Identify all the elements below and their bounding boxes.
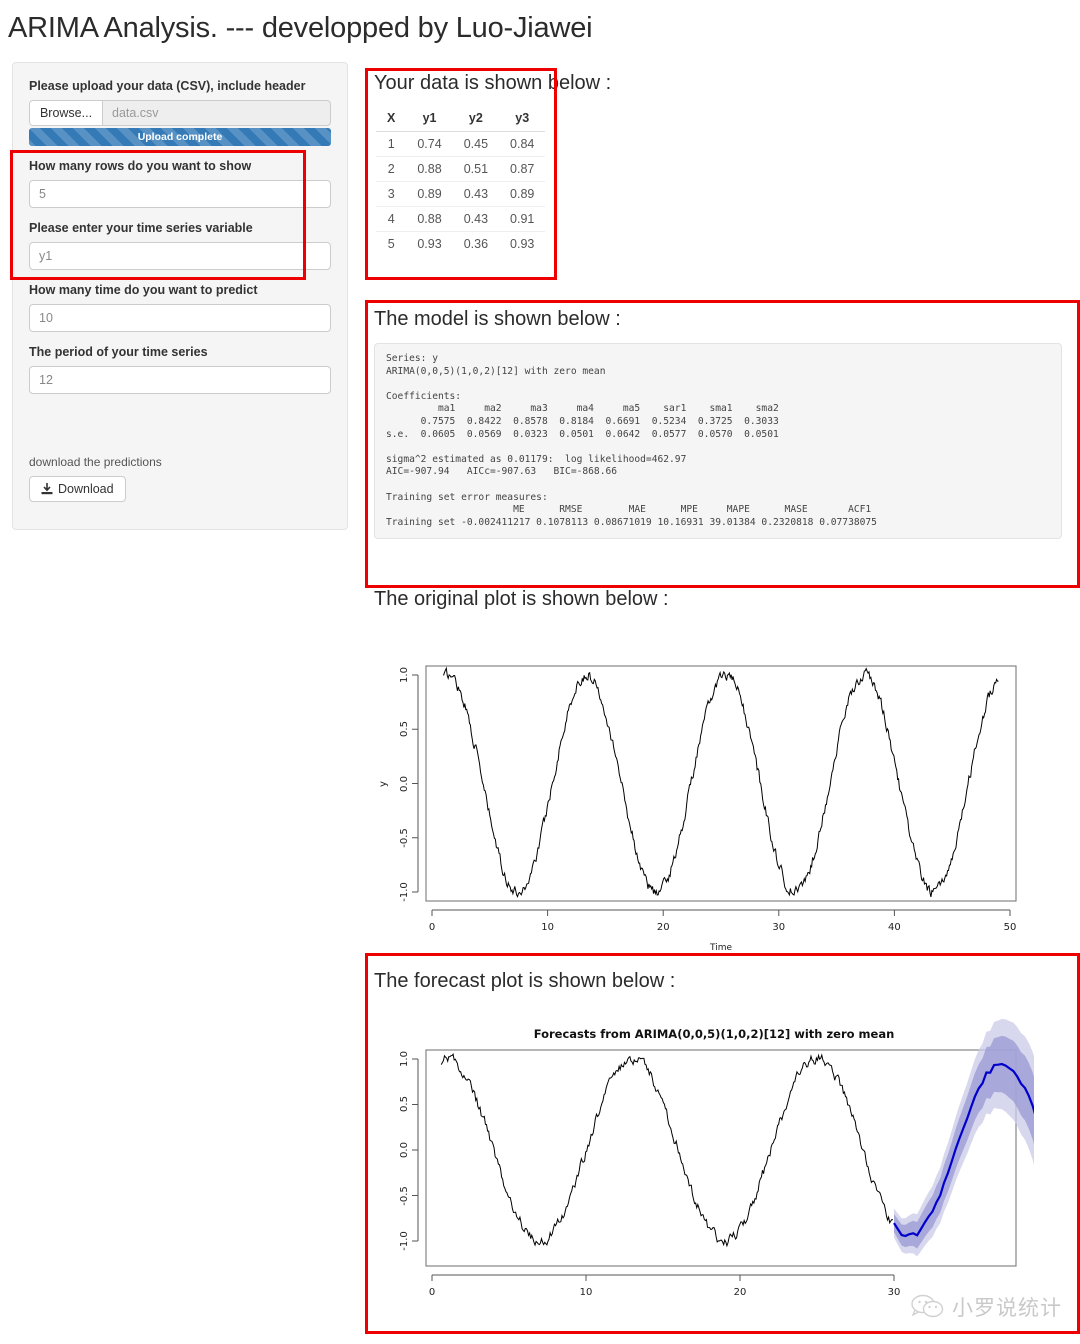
cell: 0.88 <box>406 156 453 182</box>
original-plot: 1.0 0.5 0.0 -0.5 -1.0 y 0 10 20 30 40 50… <box>374 648 1034 958</box>
xtick-label: 30 <box>888 1287 901 1298</box>
predict-horizon-label: How many time do you want to predict <box>29 283 258 297</box>
xtick-label: 40 <box>888 922 901 933</box>
file-input[interactable]: Browse... data.csv <box>29 100 331 126</box>
column-header-y1: y1 <box>406 107 453 132</box>
table-header-row: X y1 y2 y3 <box>376 107 546 132</box>
forecast-plot-title: Forecasts from ARIMA(0,0,5)(1,0,2)[12] w… <box>534 1027 895 1041</box>
ytick-label: -1.0 <box>399 882 410 902</box>
period-input[interactable]: 12 <box>29 366 331 394</box>
download-button-label: Download <box>58 482 114 496</box>
cell: 0.43 <box>452 181 500 207</box>
column-header-y3: y3 <box>499 107 546 132</box>
cell: 0.84 <box>499 131 546 157</box>
original-plot-section: The original plot is shown below : <box>374 588 669 611</box>
download-icon <box>41 482 53 494</box>
model-section: The model is shown below : Series: y ARI… <box>374 308 1062 540</box>
time-series-variable-input[interactable]: y1 <box>29 242 331 270</box>
rows-to-show-label: How many rows do you want to show <box>29 159 252 173</box>
table-row: 5 0.93 0.36 0.93 <box>376 232 545 257</box>
forecast-plot-section: The forecast plot is shown below : <box>374 970 675 993</box>
ytick-label: -0.5 <box>399 1186 410 1206</box>
original-plot-svg: 1.0 0.5 0.0 -0.5 -1.0 y 0 10 20 30 40 50… <box>378 665 1017 953</box>
period-label: The period of your time series <box>29 345 208 359</box>
cell: 0.89 <box>406 181 453 207</box>
period-group: The period of your time series 12 <box>29 345 331 394</box>
download-button[interactable]: Download <box>29 476 126 502</box>
cell: 0.93 <box>417 237 442 251</box>
original-plot-heading: The original plot is shown below : <box>374 588 669 610</box>
rows-to-show-group: How many rows do you want to show 5 <box>29 159 331 208</box>
data-table: X y1 y2 y3 1 0.74 0.45 0.84 2 0.88 0.51 … <box>376 107 546 257</box>
table-row: 4 0.88 0.43 0.91 <box>376 206 546 232</box>
file-upload-group: Please upload your data (CSV), include h… <box>29 79 331 146</box>
file-upload-label: Please upload your data (CSV), include h… <box>29 79 306 93</box>
rows-to-show-input[interactable]: 5 <box>29 180 331 208</box>
cell: 5 <box>387 237 395 251</box>
time-series-variable-group: Please enter your time series variable y… <box>29 221 331 270</box>
xtick-label: 20 <box>657 922 670 933</box>
upload-progress: Upload complete <box>29 128 331 146</box>
xtick-label: 30 <box>772 922 785 933</box>
ytick-label: 0.5 <box>399 1096 410 1112</box>
download-group: download the predictions Download <box>29 455 331 502</box>
forecast-plot: Forecasts from ARIMA(0,0,5)(1,0,2)[12] w… <box>374 1016 1034 1316</box>
watermark: 小罗说统计 <box>911 1292 1062 1322</box>
cell: 0.88 <box>406 206 453 232</box>
xtick-label: 0 <box>429 1287 435 1298</box>
y-axis-label: y <box>378 781 389 787</box>
cell: 0.45 <box>452 131 500 157</box>
cell: 0.36 <box>463 237 489 251</box>
xtick-label: 10 <box>580 1287 593 1298</box>
ytick-label: 0.0 <box>399 776 410 792</box>
download-hint-label: download the predictions <box>29 455 162 469</box>
watermark-text: 小罗说统计 <box>952 1296 1062 1320</box>
ytick-label: -0.5 <box>399 828 410 848</box>
input-sidebar-panel: Please upload your data (CSV), include h… <box>12 62 348 530</box>
forecast-plot-heading: The forecast plot is shown below : <box>374 970 676 992</box>
wechat-icon <box>911 1294 944 1318</box>
upload-progress-bar: Upload complete <box>29 128 331 146</box>
ytick-label: 1.0 <box>399 1051 410 1067</box>
ytick-label: -1.0 <box>399 1231 410 1251</box>
predict-horizon-input[interactable]: 10 <box>29 304 331 332</box>
xtick-label: 0 <box>429 922 435 933</box>
forecast-plot-svg: Forecasts from ARIMA(0,0,5)(1,0,2)[12] w… <box>399 1018 1034 1298</box>
model-section-heading: The model is shown below : <box>374 308 621 330</box>
cell: 0.89 <box>499 181 546 207</box>
cell: 0.43 <box>452 206 500 232</box>
browse-button[interactable]: Browse... <box>30 101 103 125</box>
ytick-label: 1.0 <box>399 667 410 683</box>
xtick-label: 50 <box>1004 922 1017 933</box>
table-row: 1 0.74 0.45 0.84 <box>376 131 546 157</box>
cell: 0.51 <box>452 156 500 182</box>
cell: 0.74 <box>406 131 453 157</box>
ytick-label: 0.5 <box>399 721 410 737</box>
cell: 0.93 <box>510 237 535 251</box>
cell: 2 <box>376 156 407 182</box>
selected-file-name: data.csv <box>112 106 159 120</box>
cell: 0.87 <box>499 156 546 182</box>
data-section: Your data is shown below : X y1 y2 y3 1 … <box>374 72 611 256</box>
table-row: 3 0.89 0.43 0.89 <box>376 181 546 207</box>
cell: 0.91 <box>499 206 546 232</box>
cell: 3 <box>376 181 407 207</box>
ytick-label: 0.0 <box>399 1142 410 1158</box>
predict-horizon-group: How many time do you want to predict 10 <box>29 283 331 332</box>
column-header-x: X <box>376 107 407 132</box>
xtick-label: 20 <box>734 1287 747 1298</box>
x-axis-label: Time <box>709 943 732 953</box>
cell: 4 <box>376 206 407 232</box>
data-section-heading: Your data is shown below : <box>374 72 612 94</box>
cell: 1 <box>376 131 407 157</box>
table-row: 2 0.88 0.51 0.87 <box>376 156 546 182</box>
xtick-label: 10 <box>541 922 554 933</box>
column-header-y2: y2 <box>452 107 500 132</box>
model-output-text: Series: y ARIMA(0,0,5)(1,0,2)[12] with z… <box>374 343 1062 540</box>
page-title: ARIMA Analysis. --- developped by Luo-Ji… <box>8 12 593 44</box>
time-series-variable-label: Please enter your time series variable <box>29 221 253 235</box>
